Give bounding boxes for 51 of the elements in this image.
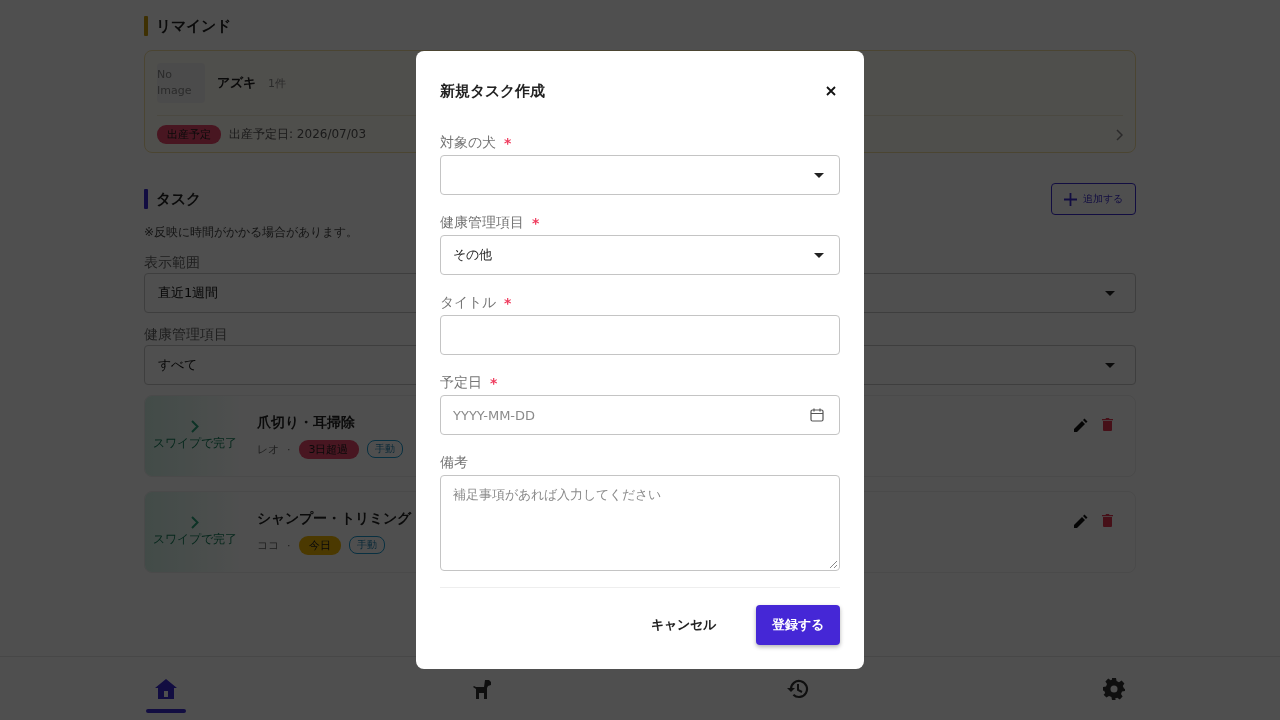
select-field[interactable] xyxy=(440,155,840,195)
swipe-hint: スワイプで完了 xyxy=(153,435,237,452)
home-icon[interactable] xyxy=(155,678,177,699)
select-value: 直近1週間 xyxy=(158,284,219,302)
select-value: すべて xyxy=(158,356,197,374)
required-mark: * xyxy=(504,295,512,311)
required-mark: * xyxy=(504,135,512,151)
required-mark: * xyxy=(532,215,540,231)
submit-button[interactable]: 登録する xyxy=(756,605,840,645)
section-title: タスク xyxy=(156,189,201,209)
dropdown-caret-icon xyxy=(1105,362,1115,368)
dropdown-caret-icon xyxy=(814,172,824,178)
required-mark: * xyxy=(490,375,498,391)
select-field[interactable]: その他 xyxy=(440,235,840,275)
field-label: 予定日 xyxy=(440,374,482,392)
separator: · xyxy=(287,538,291,552)
edit-icon[interactable] xyxy=(1074,418,1088,432)
chevron-right-icon xyxy=(1116,128,1123,141)
field-label: タイトル xyxy=(440,294,496,312)
chevron-right-icon xyxy=(191,420,199,433)
swipe-hint: スワイプで完了 xyxy=(153,531,237,548)
task-title: 爪切り・耳掃除 xyxy=(257,413,355,432)
settings-icon[interactable] xyxy=(1103,677,1125,700)
dropdown-caret-icon xyxy=(1105,290,1115,296)
date-field[interactable]: YYYY-MM-DD xyxy=(440,395,840,435)
plus-icon xyxy=(1064,192,1077,206)
delete-icon[interactable] xyxy=(1102,514,1113,527)
task-title: シャンプー・トリミング xyxy=(257,509,411,528)
source-tag: 手動 xyxy=(348,536,385,554)
delete-icon[interactable] xyxy=(1102,418,1113,431)
dropdown-caret-icon xyxy=(814,252,824,258)
field-label: 健康管理項目 xyxy=(440,214,524,232)
dog-icon[interactable] xyxy=(471,678,493,699)
dialog-title: 新規タスク作成 xyxy=(440,81,545,101)
separator: · xyxy=(287,442,291,456)
input-field[interactable] xyxy=(440,315,840,355)
close-icon[interactable] xyxy=(826,86,836,96)
field-label: 備考 xyxy=(440,454,468,472)
chevron-right-icon xyxy=(191,516,199,529)
edit-icon[interactable] xyxy=(1074,514,1088,528)
resize-grip-icon[interactable] xyxy=(830,561,837,568)
field-label: 対象の犬 xyxy=(440,134,496,152)
cancel-button[interactable]: キャンセル xyxy=(635,605,732,645)
source-tag: 手動 xyxy=(366,440,403,458)
section-title: リマインド xyxy=(156,16,231,36)
active-tab-indicator xyxy=(146,709,186,713)
history-icon[interactable] xyxy=(787,677,809,700)
dog-name: アズキ xyxy=(217,74,256,92)
calendar-icon[interactable] xyxy=(810,408,824,422)
textarea-field[interactable]: 補足事項があれば入力してください xyxy=(440,475,840,571)
status-tag: 今日 xyxy=(298,535,341,555)
